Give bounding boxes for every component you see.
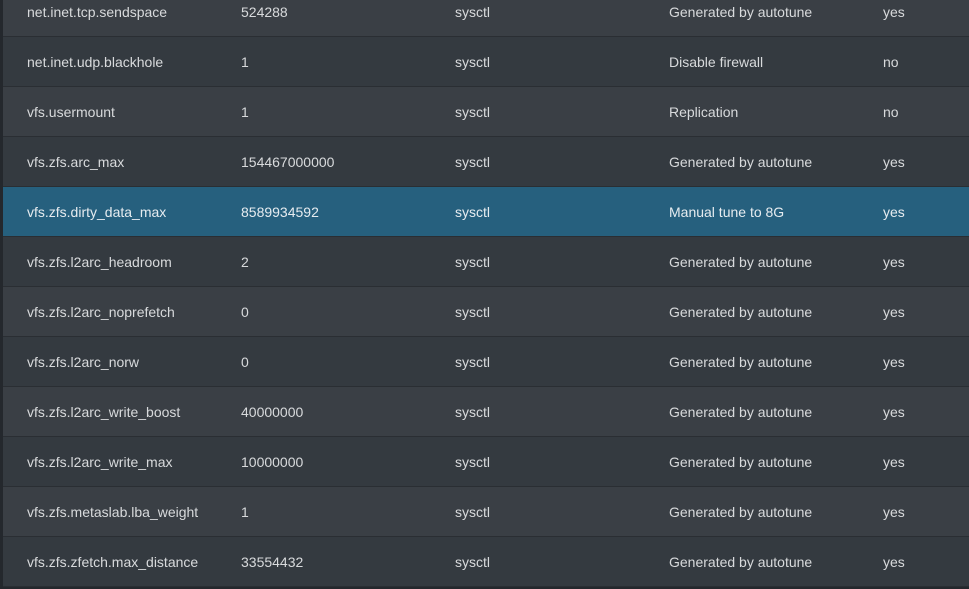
variable-cell: vfs.zfs.metaslab.lba_weight — [27, 504, 199, 520]
enabled-cell: yes — [883, 554, 905, 570]
value-cell: 40000000 — [241, 404, 304, 420]
comment-cell: Generated by autotune — [669, 354, 813, 370]
tunables-table: net.inet.tcp.sendspace 524288 sysctl Gen… — [3, 0, 969, 587]
type-cell: sysctl — [455, 204, 490, 220]
variable-cell: vfs.zfs.dirty_data_max — [27, 204, 167, 220]
table-row[interactable]: vfs.zfs.zfetch.max_distance 33554432 sys… — [3, 537, 969, 587]
value-cell: 0 — [241, 354, 249, 370]
variable-cell: net.inet.tcp.sendspace — [27, 4, 168, 20]
type-cell: sysctl — [455, 454, 490, 470]
value-cell: 2 — [241, 254, 249, 270]
table-row[interactable]: vfs.zfs.l2arc_noprefetch 0 sysctl Genera… — [3, 287, 969, 337]
type-cell: sysctl — [455, 154, 490, 170]
comment-cell: Manual tune to 8G — [669, 204, 785, 220]
comment-cell: Generated by autotune — [669, 4, 813, 20]
value-cell: 1 — [241, 104, 249, 120]
type-cell: sysctl — [455, 254, 490, 270]
enabled-cell: yes — [883, 454, 905, 470]
enabled-cell: yes — [883, 4, 905, 20]
value-cell: 1 — [241, 54, 249, 70]
comment-cell: Replication — [669, 104, 739, 120]
variable-cell: vfs.zfs.l2arc_write_boost — [27, 404, 181, 420]
comment-cell: Generated by autotune — [669, 454, 813, 470]
table-row[interactable]: vfs.zfs.l2arc_headroom 2 sysctl Generate… — [3, 237, 969, 287]
comment-cell: Generated by autotune — [669, 254, 813, 270]
comment-cell: Generated by autotune — [669, 154, 813, 170]
table-row[interactable]: net.inet.tcp.sendspace 524288 sysctl Gen… — [3, 0, 969, 37]
table-row[interactable]: vfs.zfs.metaslab.lba_weight 1 sysctl Gen… — [3, 487, 969, 537]
value-cell: 33554432 — [241, 554, 304, 570]
comment-cell: Disable firewall — [669, 54, 764, 70]
value-cell: 0 — [241, 304, 249, 320]
value-cell: 1 — [241, 504, 249, 520]
table-row[interactable]: vfs.zfs.l2arc_write_boost 40000000 sysct… — [3, 387, 969, 437]
table-row[interactable]: vfs.zfs.l2arc_write_max 10000000 sysctl … — [3, 437, 969, 487]
variable-cell: vfs.zfs.l2arc_write_max — [27, 454, 173, 470]
type-cell: sysctl — [455, 4, 490, 20]
variable-cell: vfs.zfs.l2arc_noprefetch — [27, 304, 175, 320]
type-cell: sysctl — [455, 304, 490, 320]
type-cell: sysctl — [455, 554, 490, 570]
comment-cell: Generated by autotune — [669, 404, 813, 420]
table-row[interactable]: net.inet.udp.blackhole 1 sysctl Disable … — [3, 37, 969, 87]
comment-cell: Generated by autotune — [669, 504, 813, 520]
enabled-cell: yes — [883, 204, 905, 220]
type-cell: sysctl — [455, 504, 490, 520]
table-row[interactable]: vfs.zfs.l2arc_norw 0 sysctl Generated by… — [3, 337, 969, 387]
type-cell: sysctl — [455, 104, 490, 120]
value-cell: 154467000000 — [241, 154, 335, 170]
variable-cell: vfs.usermount — [27, 104, 115, 120]
enabled-cell: yes — [883, 354, 905, 370]
table-row[interactable]: vfs.usermount 1 sysctl Replication no — [3, 87, 969, 137]
table-row[interactable]: vfs.zfs.arc_max 154467000000 sysctl Gene… — [3, 137, 969, 187]
variable-cell: vfs.zfs.l2arc_norw — [27, 354, 140, 370]
variable-cell: net.inet.udp.blackhole — [27, 54, 164, 70]
variable-cell: vfs.zfs.arc_max — [27, 154, 125, 170]
type-cell: sysctl — [455, 404, 490, 420]
table-row-selected[interactable]: vfs.zfs.dirty_data_max 8589934592 sysctl… — [3, 187, 969, 237]
enabled-cell: yes — [883, 404, 905, 420]
variable-cell: vfs.zfs.l2arc_headroom — [27, 254, 172, 270]
enabled-cell: yes — [883, 504, 905, 520]
value-cell: 10000000 — [241, 454, 304, 470]
variable-cell: vfs.zfs.zfetch.max_distance — [27, 554, 199, 570]
enabled-cell: no — [883, 54, 899, 70]
enabled-cell: no — [883, 104, 899, 120]
value-cell: 8589934592 — [241, 204, 319, 220]
comment-cell: Generated by autotune — [669, 554, 813, 570]
value-cell: 524288 — [241, 4, 288, 20]
enabled-cell: yes — [883, 154, 905, 170]
type-cell: sysctl — [455, 354, 490, 370]
enabled-cell: yes — [883, 304, 905, 320]
type-cell: sysctl — [455, 54, 490, 70]
enabled-cell: yes — [883, 254, 905, 270]
comment-cell: Generated by autotune — [669, 304, 813, 320]
